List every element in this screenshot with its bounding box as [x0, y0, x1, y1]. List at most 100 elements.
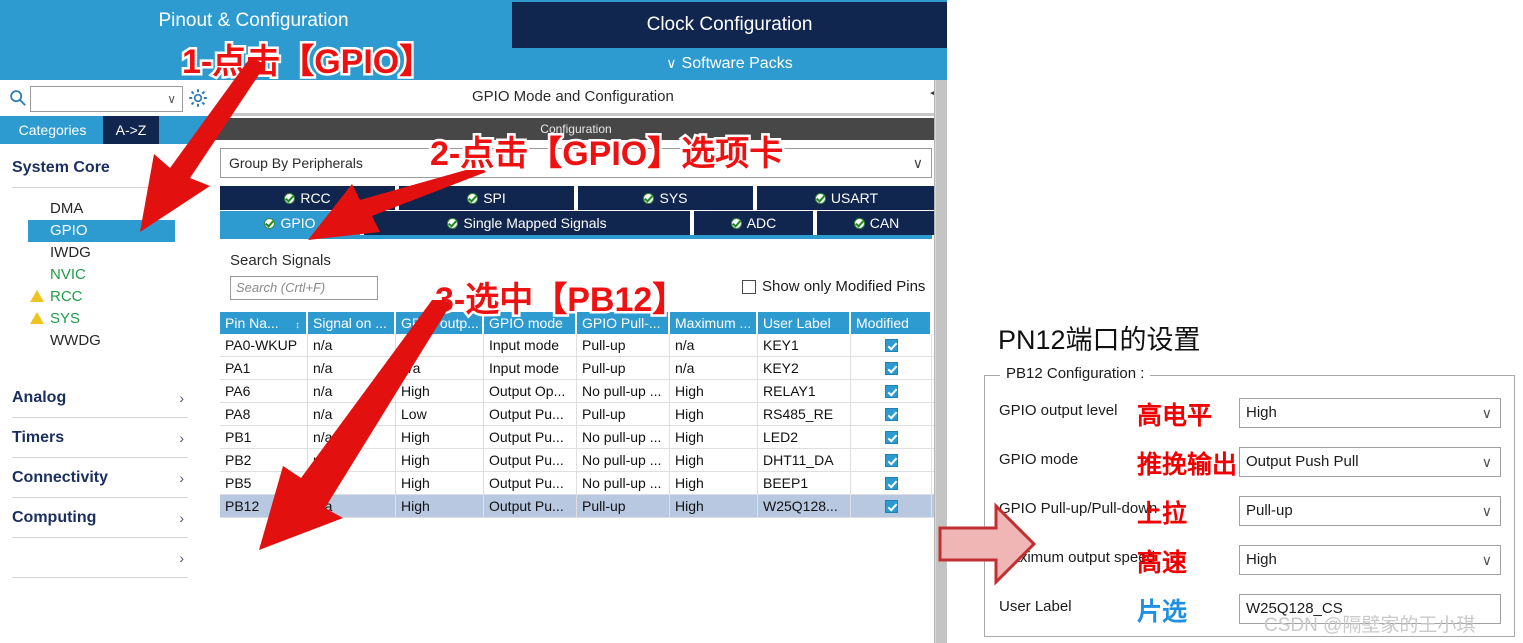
search-signals-input[interactable]: Search (Crtl+F) [230, 276, 378, 300]
table-cell-modified[interactable] [851, 403, 932, 425]
annotation-arrow-1-icon [140, 58, 266, 232]
chevron-down-icon: ∨ [666, 55, 677, 71]
sidebar-group-label: Computing [12, 509, 97, 526]
pb12-configuration-group: GPIO output level 高电平 High ∨ GPIO mode 推挽输出 Ou… [984, 375, 1515, 637]
table-column-header[interactable]: Modified [851, 312, 932, 334]
table-cell: Output Pu... [484, 495, 577, 517]
checkbox-checked-icon[interactable] [884, 431, 898, 444]
sidebar-item-rcc[interactable]: RCC [0, 286, 200, 308]
show-only-modified-pins-text: Show only Modified Pins [762, 278, 926, 295]
check-circle-icon [814, 193, 826, 204]
table-cell: KEY1 [758, 334, 851, 356]
config-row-label: GPIO output level [999, 402, 1118, 419]
detail-heading: PN12端口的设置 [998, 318, 1201, 357]
search-signals-placeholder: Search (Crtl+F) [236, 280, 326, 295]
sidebar-item-sys[interactable]: SYS [0, 308, 200, 330]
table-cell-modified[interactable] [851, 380, 932, 402]
checkbox-checked-icon[interactable] [884, 454, 898, 467]
config-row-select[interactable]: High ∨ [1239, 398, 1501, 428]
config-row-label: User Label [999, 598, 1072, 615]
table-cell: Pull-up [577, 357, 670, 379]
table-cell: Input mode [484, 334, 577, 356]
panel-title: GPIO Mode and Configuration [337, 80, 947, 113]
annotation-step-3: 3-选中【PB12】 [432, 272, 688, 322]
config-row-value: High [1246, 404, 1277, 421]
sidebar-item-label: RCC [50, 288, 83, 305]
chevron-right-icon: › [179, 510, 184, 526]
checkbox-checked-icon[interactable] [884, 477, 898, 490]
warning-icon [30, 290, 44, 302]
peripheral-tab-label: ADC [746, 215, 777, 231]
chevron-right-icon: › [179, 430, 184, 446]
table-cell-modified[interactable] [851, 472, 932, 494]
table-cell: No pull-up ... [577, 380, 670, 402]
tab-clock-configuration[interactable]: Clock Configuration [512, 2, 947, 48]
table-cell: Pull-up [577, 334, 670, 356]
table-column-header[interactable]: User Label [758, 312, 851, 334]
peripheral-tab-can[interactable]: CAN [817, 211, 938, 235]
table-cell-modified[interactable] [851, 426, 932, 448]
panel-title-label: GPIO Mode and Configuration [472, 88, 674, 105]
checkbox-checked-icon[interactable] [884, 339, 898, 352]
checkbox-checked-icon[interactable] [884, 408, 898, 421]
chevron-right-icon: › [179, 390, 184, 406]
config-row-annotation: 片选 [1137, 598, 1188, 626]
annotation-step-2-label: 2-点击【GPIO】选项卡 [427, 133, 785, 176]
software-packs-menu[interactable]: ∨ Software Packs [512, 48, 947, 78]
annotation-step-3-label: 3-选中【PB12】 [432, 279, 688, 322]
table-cell: Output Pu... [484, 403, 577, 425]
table-column-header-label: Modified [856, 315, 909, 331]
annotation-step-2: 2-点击【GPIO】选项卡 [427, 126, 785, 176]
screenshot-root: Pinout & Configuration Clock Configurati… [0, 0, 1523, 643]
peripheral-tab-adc[interactable]: ADC [694, 211, 815, 235]
table-cell: High [670, 449, 758, 471]
table-cell: No pull-up ... [577, 426, 670, 448]
watermark-label: CSDN @隔壁家的王小琪 [1264, 615, 1476, 636]
check-circle-icon [853, 218, 865, 229]
config-row-select[interactable]: High ∨ [1239, 545, 1501, 575]
peripheral-tab-label: USART [830, 190, 879, 206]
config-row-select[interactable]: Pull-up ∨ [1239, 496, 1501, 526]
chevron-down-icon: ∨ [1481, 503, 1492, 519]
sidebar-group-label: Connectivity [12, 469, 109, 486]
sidebar-item-nvic[interactable]: NVIC [0, 264, 200, 286]
warning-icon [30, 312, 44, 324]
config-row-select[interactable]: Output Push Pull ∨ [1239, 447, 1501, 477]
config-row: Maximum output speed 高速 High ∨ [985, 545, 1516, 577]
table-cell: n/a [670, 357, 758, 379]
table-column-header-label: Maximum ... [675, 315, 752, 331]
sidebar-group-analog[interactable]: Analog › [12, 378, 188, 418]
table-cell: Output Pu... [484, 449, 577, 471]
table-cell-modified[interactable] [851, 357, 932, 379]
show-only-modified-pins-checkbox[interactable] [742, 280, 756, 294]
sidebar-item-wwdg[interactable]: WWDG [0, 330, 200, 352]
sidebar-item-label: NVIC [50, 266, 86, 283]
sidebar-group-timers[interactable]: Timers › [12, 418, 188, 458]
sidebar-group-label: Timers [12, 429, 65, 446]
chevron-right-icon: › [179, 470, 184, 486]
table-cell: BEEP1 [758, 472, 851, 494]
table-cell: High [670, 403, 758, 425]
tab-pinout-label: Pinout & Configuration [158, 10, 349, 31]
table-cell: LED2 [758, 426, 851, 448]
table-cell: RELAY1 [758, 380, 851, 402]
peripheral-tab-usart[interactable]: USART [757, 186, 938, 210]
checkbox-checked-icon[interactable] [884, 362, 898, 375]
table-cell-modified[interactable] [851, 449, 932, 471]
peripheral-tab-sys[interactable]: SYS [578, 186, 755, 210]
peripheral-tab-label: CAN [869, 215, 900, 231]
table-cell-modified[interactable] [851, 495, 932, 517]
pb12-configuration-legend: PB12 Configuration : [1000, 365, 1151, 382]
software-packs-label: Software Packs [681, 55, 793, 72]
sidebar-group-next[interactable]: › [12, 538, 188, 578]
sidebar-group-connectivity[interactable]: Connectivity › [12, 458, 188, 498]
sidebar-group-computing[interactable]: Computing › [12, 498, 188, 538]
checkbox-checked-icon[interactable] [884, 500, 898, 513]
config-row-value: Pull-up [1246, 502, 1293, 519]
checkbox-checked-icon[interactable] [884, 385, 898, 398]
config-row-annotation: 推挽输出 [1137, 451, 1238, 479]
chevron-down-icon: ∨ [1481, 552, 1492, 568]
config-row: GPIO output level 高电平 High ∨ [985, 398, 1516, 430]
table-cell-modified[interactable] [851, 334, 932, 356]
